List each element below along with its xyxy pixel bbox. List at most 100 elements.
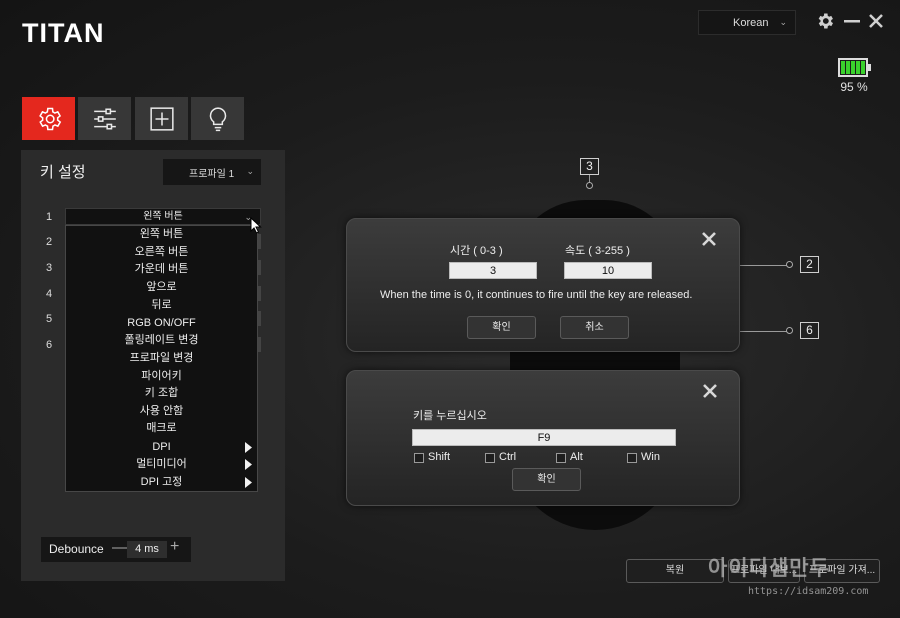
key-assign-select[interactable]: 왼쪽 버튼 ⌄: [65, 208, 261, 225]
debounce-increase-button[interactable]: +: [170, 538, 179, 556]
key-row-number: 5: [46, 313, 53, 325]
shift-checkbox[interactable]: [414, 453, 424, 463]
dropdown-item[interactable]: 사용 안함: [66, 403, 257, 420]
close-icon: [869, 14, 883, 28]
lightbulb-icon: [209, 106, 226, 131]
dropdown-item[interactable]: 앞으로: [66, 279, 257, 296]
dropdown-item[interactable]: RGB ON/OFF: [66, 315, 257, 332]
fire-ok-button[interactable]: 확인: [467, 316, 536, 339]
dropdown-item-label: RGB ON/OFF: [127, 317, 196, 329]
dropdown-item-label: DPI: [152, 441, 171, 453]
key-row-number: 6: [46, 339, 53, 351]
language-select[interactable]: Korean ⌄: [698, 10, 796, 35]
close-icon[interactable]: [701, 231, 717, 247]
dropdown-item-label: 키 조합: [144, 387, 179, 399]
dropdown-item[interactable]: 키 조합: [66, 385, 257, 402]
debounce-value[interactable]: 4 ms: [127, 541, 167, 558]
dropdown-item[interactable]: 폴링레이트 변경: [66, 332, 257, 349]
callout-line: [740, 331, 787, 332]
key-row-select-edge[interactable]: [258, 311, 261, 326]
close-button[interactable]: [865, 10, 887, 32]
debounce-control: Debounce — 4 ms +: [41, 537, 191, 562]
speed-input[interactable]: 10: [564, 262, 652, 279]
time-input[interactable]: 3: [449, 262, 537, 279]
shift-label: Shift: [428, 451, 451, 463]
mouse-cursor-icon: [250, 217, 262, 234]
watermark-url: https://idsam209.com: [748, 586, 869, 597]
fire-note: When the time is 0, it continues to fire…: [380, 289, 693, 301]
dropdown-item-label: 가운데 버튼: [134, 263, 189, 275]
dropdown-item-label: 파이어키: [141, 370, 182, 382]
app-logo: TITAN: [22, 18, 105, 48]
callout-dot: [586, 182, 593, 189]
settings-gear-icon: [38, 107, 61, 130]
key-row-number: 3: [46, 262, 53, 274]
dropdown-item[interactable]: 매크로: [66, 420, 257, 437]
watermark-text: 아이디샘만두: [708, 556, 830, 580]
battery-cell: [846, 61, 850, 74]
chevron-right-icon: [245, 477, 252, 488]
ctrl-label: Ctrl: [499, 451, 517, 463]
dropdown-item[interactable]: 뒤로: [66, 297, 257, 314]
dropdown-item-label: 뒤로: [151, 299, 172, 311]
ctrl-checkbox[interactable]: [485, 453, 495, 463]
tab-key-settings[interactable]: [22, 97, 75, 140]
language-value: Korean: [733, 16, 769, 29]
battery-cell: [851, 61, 855, 74]
tab-lighting[interactable]: [191, 97, 244, 140]
key-row-select-edge[interactable]: [258, 337, 261, 352]
callout-button-6[interactable]: 6: [800, 322, 819, 339]
chevron-right-icon: [245, 442, 252, 453]
battery-percent: 95 %: [840, 80, 868, 94]
dropdown-item-label: 앞으로: [146, 281, 177, 293]
fire-key-dialog: 시간 ( 0-3 ) 속도 ( 3-255 ) 3 10 When the ti…: [346, 218, 740, 352]
battery-nub: [868, 64, 871, 71]
callout-dot: [786, 327, 793, 334]
dropdown-item[interactable]: 프로파일 변경: [66, 350, 257, 367]
key-combo-dialog: 키를 누르십시오 F9 Shift Ctrl Alt Win 확인: [346, 370, 740, 506]
battery-cell: [861, 61, 865, 74]
key-row-number: 4: [46, 288, 53, 300]
dropdown-item-submenu[interactable]: 멀티미디어: [66, 456, 257, 473]
key-capture-input[interactable]: F9: [412, 429, 676, 446]
profile-select[interactable]: 프로파일 1 ⌄: [163, 159, 261, 185]
panel-title: 키 설정: [40, 164, 86, 181]
chevron-down-icon: ⌄: [779, 17, 787, 27]
tab-performance[interactable]: [78, 97, 131, 140]
key-assign-value: 왼쪽 버튼: [143, 211, 183, 222]
tab-macro[interactable]: [135, 97, 188, 140]
dropdown-item-label: 사용 안함: [139, 405, 184, 417]
dropdown-item[interactable]: 왼쪽 버튼: [66, 226, 257, 243]
key-combo-ok-button[interactable]: 확인: [512, 468, 581, 491]
dropdown-item-submenu[interactable]: DPI 고정: [66, 474, 257, 491]
fire-cancel-button[interactable]: 취소: [560, 316, 629, 339]
battery-cell: [856, 61, 860, 74]
settings-gear-button[interactable]: [814, 10, 836, 32]
key-row-select-edge[interactable]: [258, 234, 261, 249]
key-function-dropdown: 왼쪽 버튼 오른쪽 버튼 가운데 버튼 앞으로 뒤로 RGB ON/OFF 폴링…: [65, 225, 258, 492]
debounce-decrease-button[interactable]: —: [112, 539, 127, 556]
profile-value: 프로파일 1: [189, 168, 235, 180]
close-icon[interactable]: [702, 383, 718, 399]
dropdown-item-label: DPI 고정: [140, 476, 183, 488]
chevron-down-icon: ⌄: [246, 166, 254, 176]
minimize-button[interactable]: [841, 10, 863, 32]
time-label: 시간 ( 0-3 ): [450, 245, 503, 257]
win-label: Win: [641, 451, 660, 463]
key-row-select-edge[interactable]: [258, 260, 261, 275]
dropdown-item[interactable]: 가운데 버튼: [66, 261, 257, 278]
dropdown-item-submenu[interactable]: DPI: [66, 439, 257, 456]
callout-button-3[interactable]: 3: [580, 158, 599, 175]
dropdown-item[interactable]: 파이어키: [66, 368, 257, 385]
win-checkbox[interactable]: [627, 453, 637, 463]
callout-dot: [786, 261, 793, 268]
key-row-number: 2: [46, 236, 53, 248]
key-row-select-edge[interactable]: [258, 286, 261, 301]
alt-label: Alt: [570, 451, 583, 463]
alt-checkbox[interactable]: [556, 453, 566, 463]
battery-indicator: [838, 58, 871, 77]
dropdown-item-label: 프로파일 변경: [129, 352, 194, 364]
sliders-icon: [93, 107, 116, 130]
dropdown-item[interactable]: 오른쪽 버튼: [66, 244, 257, 261]
callout-button-2[interactable]: 2: [800, 256, 819, 273]
